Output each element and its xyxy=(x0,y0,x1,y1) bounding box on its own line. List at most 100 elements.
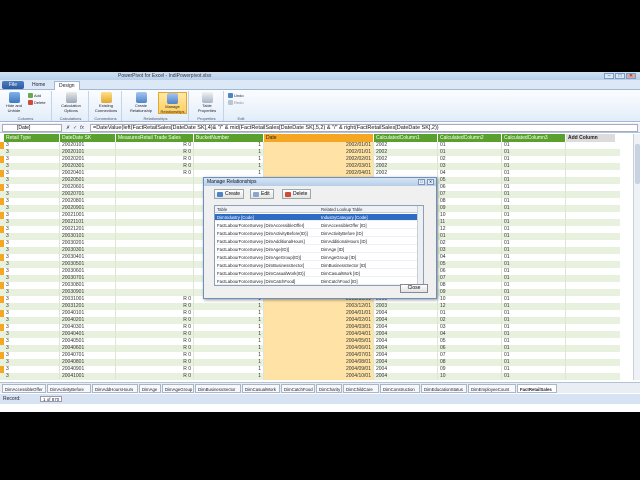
table-cell[interactable]: 2002/02/01 xyxy=(264,156,374,163)
table-cell[interactable]: R 0 xyxy=(116,156,194,163)
table-cell[interactable]: 20020301 xyxy=(60,163,116,170)
table-cell[interactable]: 3 xyxy=(4,352,60,359)
table-cell[interactable]: 3 xyxy=(4,163,60,170)
table-cell[interactable]: 3 xyxy=(4,324,60,331)
relationship-row[interactable]: FactLabourForceSurvey [DimAdditionalHour… xyxy=(215,238,423,245)
table-cell[interactable]: 20021201 xyxy=(60,226,116,233)
table-cell[interactable]: 01 xyxy=(502,191,566,198)
record-position[interactable]: 1 of 870 xyxy=(40,396,63,402)
table-row[interactable]: 3 20040501 R 0 1 2004/05/01 2004 05 01 xyxy=(0,338,620,345)
relationship-row[interactable]: FactLabourForceSurvey [DimBusinessSector… xyxy=(215,262,423,269)
table-row[interactable]: 3 20040101 R 0 1 2004/01/01 2004 01 01 xyxy=(0,310,620,317)
table-cell[interactable]: 20040901 xyxy=(60,366,116,373)
table-cell[interactable]: 01 xyxy=(502,289,566,296)
table-cell[interactable]: 20030501 xyxy=(60,261,116,268)
table-cell[interactable]: 1 xyxy=(194,163,264,170)
table-cell[interactable]: 03 xyxy=(438,163,502,170)
table-row[interactable]: 3 20020301 R 0 1 2002/03/01 2002 03 01 xyxy=(0,163,620,170)
table-cell[interactable]: 3 xyxy=(4,156,60,163)
table-cell[interactable]: R 0 xyxy=(116,170,194,177)
accept-formula-icon[interactable]: ✓ xyxy=(73,124,77,132)
table-cell[interactable]: 01 xyxy=(502,275,566,282)
table-cell[interactable]: 2004 xyxy=(374,317,438,324)
table-cell[interactable]: 01 xyxy=(502,317,566,324)
table-cell[interactable]: R 0 xyxy=(116,149,194,156)
table-cell[interactable]: R 0 xyxy=(116,331,194,338)
table-cell[interactable]: 20020901 xyxy=(60,205,116,212)
table-row[interactable]: 3 20040401 R 0 1 2004/04/01 2004 04 01 xyxy=(0,331,620,338)
table-cell[interactable]: 01 xyxy=(502,331,566,338)
delete-column-button[interactable]: Delete xyxy=(28,100,46,106)
column-header[interactable]: Retail Type xyxy=(4,134,60,142)
undo-button[interactable]: Undo xyxy=(228,93,244,99)
table-cell[interactable]: 02 xyxy=(438,240,502,247)
table-cell[interactable]: 20040401 xyxy=(60,331,116,338)
table-cell[interactable]: 1 xyxy=(194,310,264,317)
table-cell[interactable]: 01 xyxy=(502,247,566,254)
table-cell[interactable]: 2004/09/01 xyxy=(264,366,374,373)
create-relationship-button[interactable]: Create Relationship xyxy=(127,92,155,114)
table-cell[interactable]: 11 xyxy=(438,219,502,226)
table-cell[interactable]: 2002/03/01 xyxy=(264,163,374,170)
table-cell[interactable]: 20020101 xyxy=(60,142,116,149)
table-cell[interactable]: 1 xyxy=(194,352,264,359)
table-cell[interactable]: R 0 xyxy=(116,366,194,373)
table-cell[interactable]: 01 xyxy=(502,310,566,317)
table-cell[interactable]: 20020801 xyxy=(60,198,116,205)
table-cell[interactable] xyxy=(116,177,194,184)
table-cell[interactable] xyxy=(116,268,194,275)
column-header[interactable]: Date xyxy=(264,134,374,142)
table-cell[interactable]: 3 xyxy=(4,289,60,296)
column-header[interactable]: Add Column xyxy=(566,134,616,142)
table-cell[interactable]: 01 xyxy=(502,338,566,345)
table-cell[interactable]: 20040201 xyxy=(60,317,116,324)
table-cell[interactable]: 20020601 xyxy=(60,184,116,191)
table-cell[interactable]: 01 xyxy=(502,156,566,163)
table-cell[interactable] xyxy=(116,247,194,254)
table-cell[interactable]: 20031201 xyxy=(60,303,116,310)
table-cell[interactable]: 1 xyxy=(194,366,264,373)
table-cell[interactable]: 08 xyxy=(438,198,502,205)
table-cell[interactable]: 3 xyxy=(4,142,60,149)
table-cell[interactable]: 3 xyxy=(4,373,60,380)
table-cell[interactable]: 2004 xyxy=(374,373,438,380)
table-cell[interactable] xyxy=(116,233,194,240)
table-cell[interactable]: 09 xyxy=(438,205,502,212)
table-cell[interactable]: 3 xyxy=(4,219,60,226)
sheet-tab[interactable]: DimAccessibleOffer xyxy=(2,384,46,393)
relationship-row[interactable]: FactLabourForceSurvey [DimCasualWork(ID)… xyxy=(215,270,423,277)
delete-relationship-button[interactable]: Delete xyxy=(282,189,312,199)
sheet-tab[interactable]: DimAgeGroup xyxy=(162,384,194,393)
table-cell[interactable]: 2004/03/01 xyxy=(264,324,374,331)
table-cell[interactable]: 1 xyxy=(194,373,264,380)
table-cell[interactable]: 01 xyxy=(502,142,566,149)
table-cell[interactable]: 3 xyxy=(4,366,60,373)
table-cell[interactable]: 04 xyxy=(438,331,502,338)
table-cell[interactable]: 05 xyxy=(438,338,502,345)
table-cell[interactable]: 3 xyxy=(4,345,60,352)
table-cell[interactable]: 2002/01/01 xyxy=(264,149,374,156)
table-cell[interactable] xyxy=(116,261,194,268)
table-cell[interactable]: R 0 xyxy=(116,317,194,324)
table-cell[interactable]: 01 xyxy=(502,219,566,226)
dialog-maximize-icon[interactable]: □ xyxy=(418,179,425,185)
table-cell[interactable]: 2004 xyxy=(374,366,438,373)
table-cell[interactable]: 01 xyxy=(502,184,566,191)
calculation-options-button[interactable]: Calculation Options xyxy=(57,92,85,114)
table-cell[interactable]: 2003/12/01 xyxy=(264,303,374,310)
table-cell[interactable]: 3 xyxy=(4,275,60,282)
table-cell[interactable]: 01 xyxy=(502,324,566,331)
table-cell[interactable] xyxy=(116,184,194,191)
table-cell[interactable]: R 0 xyxy=(116,324,194,331)
table-cell[interactable]: 20021101 xyxy=(60,219,116,226)
table-cell[interactable] xyxy=(116,226,194,233)
table-cell[interactable]: 20030601 xyxy=(60,268,116,275)
table-cell[interactable]: 01 xyxy=(502,352,566,359)
table-row[interactable]: 3 20040301 R 0 1 2004/03/01 2004 03 01 xyxy=(0,324,620,331)
table-cell[interactable] xyxy=(116,191,194,198)
table-cell[interactable]: 01 xyxy=(502,359,566,366)
table-cell[interactable]: 1 xyxy=(194,149,264,156)
table-cell[interactable]: 1 xyxy=(194,338,264,345)
table-cell[interactable]: 3 xyxy=(4,198,60,205)
table-cell[interactable]: 1 xyxy=(194,345,264,352)
